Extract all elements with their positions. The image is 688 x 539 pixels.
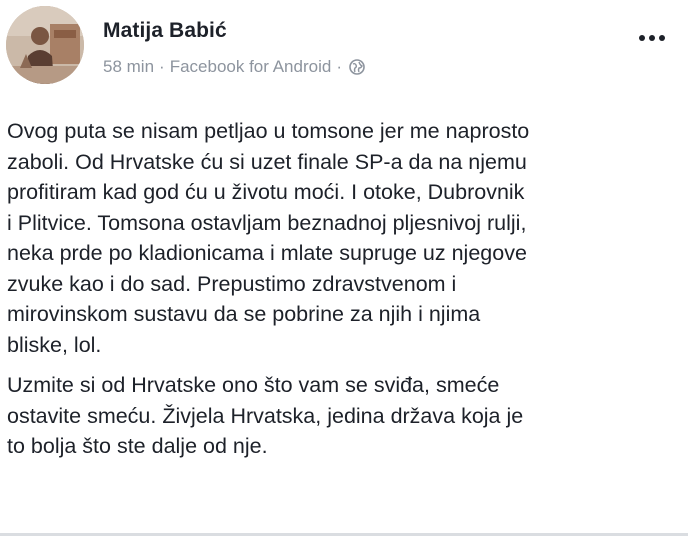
- more-options-icon: [639, 35, 645, 41]
- post-line: Ovog puta se nisam petljao u tomsone jer…: [7, 119, 530, 143]
- post-header: Matija Babić 58 min · Facebook for Andro…: [0, 0, 688, 96]
- post-line: zaboli. Od Hrvatske ću si uzet finale SP…: [7, 149, 527, 174]
- post-line: to bolja što ste dalje od nje.: [7, 434, 268, 458]
- post-divider: [0, 533, 688, 536]
- globe-icon: [349, 59, 365, 75]
- more-options-dot: [649, 35, 655, 41]
- post-time[interactable]: 58 min: [103, 57, 154, 77]
- post-line: Uzmite si od Hrvatske ono što vam se svi…: [7, 373, 500, 397]
- post-line: bliske, lol.: [7, 332, 102, 357]
- post-paragraph-1: Ovog puta se nisam petljao u tomsone jer…: [7, 116, 683, 360]
- post-line: neka prde po kladionicama i mlate suprug…: [7, 241, 527, 265]
- meta-separator-2: ·: [336, 57, 342, 76]
- meta-separator: ·: [159, 57, 165, 76]
- more-options-button[interactable]: [634, 28, 670, 48]
- post-text: Ovog puta se nisam petljao u tomsone jer…: [7, 116, 683, 462]
- avatar[interactable]: [6, 6, 84, 84]
- post-source: Facebook for Android: [169, 57, 332, 76]
- post-line: zvuke kao i do sad. Prepustimo zdravstve…: [7, 271, 457, 296]
- profile-avatar-image: [6, 6, 84, 84]
- author-name[interactable]: Matija Babić: [103, 19, 227, 43]
- post-meta: 58 min · Facebook for Android ·: [103, 57, 365, 77]
- post-line: ostavite smeću. Živjela Hrvatska, jedina…: [7, 403, 524, 428]
- facebook-post: Matija Babić 58 min · Facebook for Andro…: [0, 0, 688, 539]
- more-options-dot: [659, 35, 665, 41]
- post-line: mirovinskom sustavu da se pobrine za nji…: [7, 302, 481, 326]
- post-line: i Plitvice. Tomsona ostavljam beznadnoj …: [7, 210, 527, 235]
- post-paragraph-2: Uzmite si od Hrvatske ono što vam se svi…: [7, 370, 683, 462]
- post-line: profitiram kad god ću u životu moći. I o…: [7, 180, 525, 204]
